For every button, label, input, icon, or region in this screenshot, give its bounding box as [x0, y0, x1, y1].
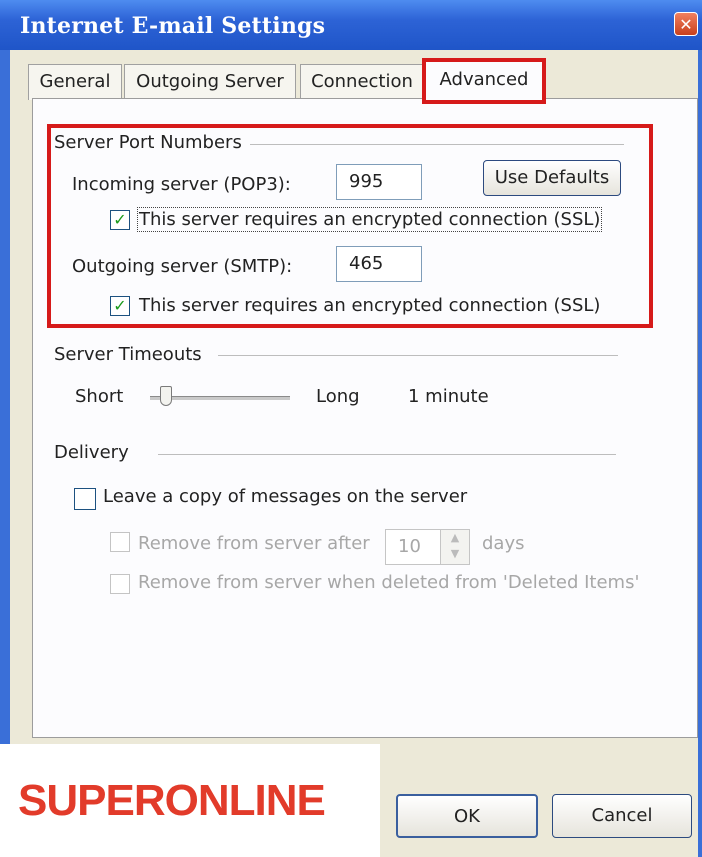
superonline-logo: SUPERONLINE — [0, 744, 380, 857]
close-icon[interactable]: ✕ — [674, 12, 698, 36]
outgoing-port-field[interactable]: 465 — [336, 246, 422, 282]
outgoing-ssl-label: This server requires an encrypted connec… — [139, 295, 601, 316]
leave-copy-checkbox[interactable] — [74, 488, 96, 510]
remove-deleted-label: Remove from server when deleted from 'De… — [138, 572, 640, 593]
window-title: Internet E-mail Settings — [20, 13, 326, 39]
outgoing-server-label: Outgoing server (SMTP): — [72, 256, 293, 277]
days-label: days — [482, 533, 525, 554]
tab-general[interactable]: General — [28, 64, 122, 100]
outgoing-ssl-checkbox[interactable]: ✓ — [110, 296, 130, 316]
use-defaults-button[interactable]: Use Defaults — [483, 160, 621, 196]
leave-copy-label: Leave a copy of messages on the server — [103, 486, 468, 507]
spin-down-icon[interactable]: ▼ — [441, 546, 469, 562]
group-rule-ports — [250, 144, 624, 145]
cancel-button[interactable]: Cancel — [552, 794, 692, 838]
timeout-long-label: Long — [316, 386, 360, 407]
group-label-server-port-numbers: Server Port Numbers — [54, 132, 250, 153]
group-rule-delivery — [158, 454, 616, 455]
tab-advanced[interactable]: Advanced — [422, 58, 546, 104]
spin-up-icon[interactable]: ▲ — [441, 530, 469, 546]
title-bar: Internet E-mail Settings ✕ — [0, 0, 702, 50]
incoming-server-label: Incoming server (POP3): — [72, 174, 291, 195]
remove-after-checkbox[interactable] — [110, 532, 130, 552]
group-label-delivery: Delivery — [54, 442, 137, 463]
timeout-slider-thumb[interactable] — [160, 386, 172, 406]
dialog-window: Internet E-mail Settings ✕ General Outgo… — [0, 0, 702, 857]
timeout-short-label: Short — [75, 386, 124, 407]
incoming-ssl-checkbox[interactable]: ✓ — [110, 210, 130, 230]
days-spinner[interactable]: ▲ ▼ — [440, 529, 470, 565]
timeout-value: 1 minute — [408, 386, 489, 407]
remove-after-days-field[interactable]: 10 — [385, 529, 441, 565]
incoming-ssl-label: This server requires an encrypted connec… — [136, 207, 603, 232]
tab-connection[interactable]: Connection — [300, 64, 424, 100]
remove-after-label: Remove from server after — [138, 533, 370, 554]
logo-text: SUPERONLINE — [18, 776, 326, 825]
incoming-port-field[interactable]: 995 — [336, 164, 422, 200]
ok-button[interactable]: OK — [396, 794, 538, 838]
tab-outgoing-server[interactable]: Outgoing Server — [124, 64, 296, 100]
remove-deleted-checkbox[interactable] — [110, 574, 130, 594]
group-rule-timeouts — [218, 355, 618, 356]
group-label-server-timeouts: Server Timeouts — [54, 344, 210, 365]
